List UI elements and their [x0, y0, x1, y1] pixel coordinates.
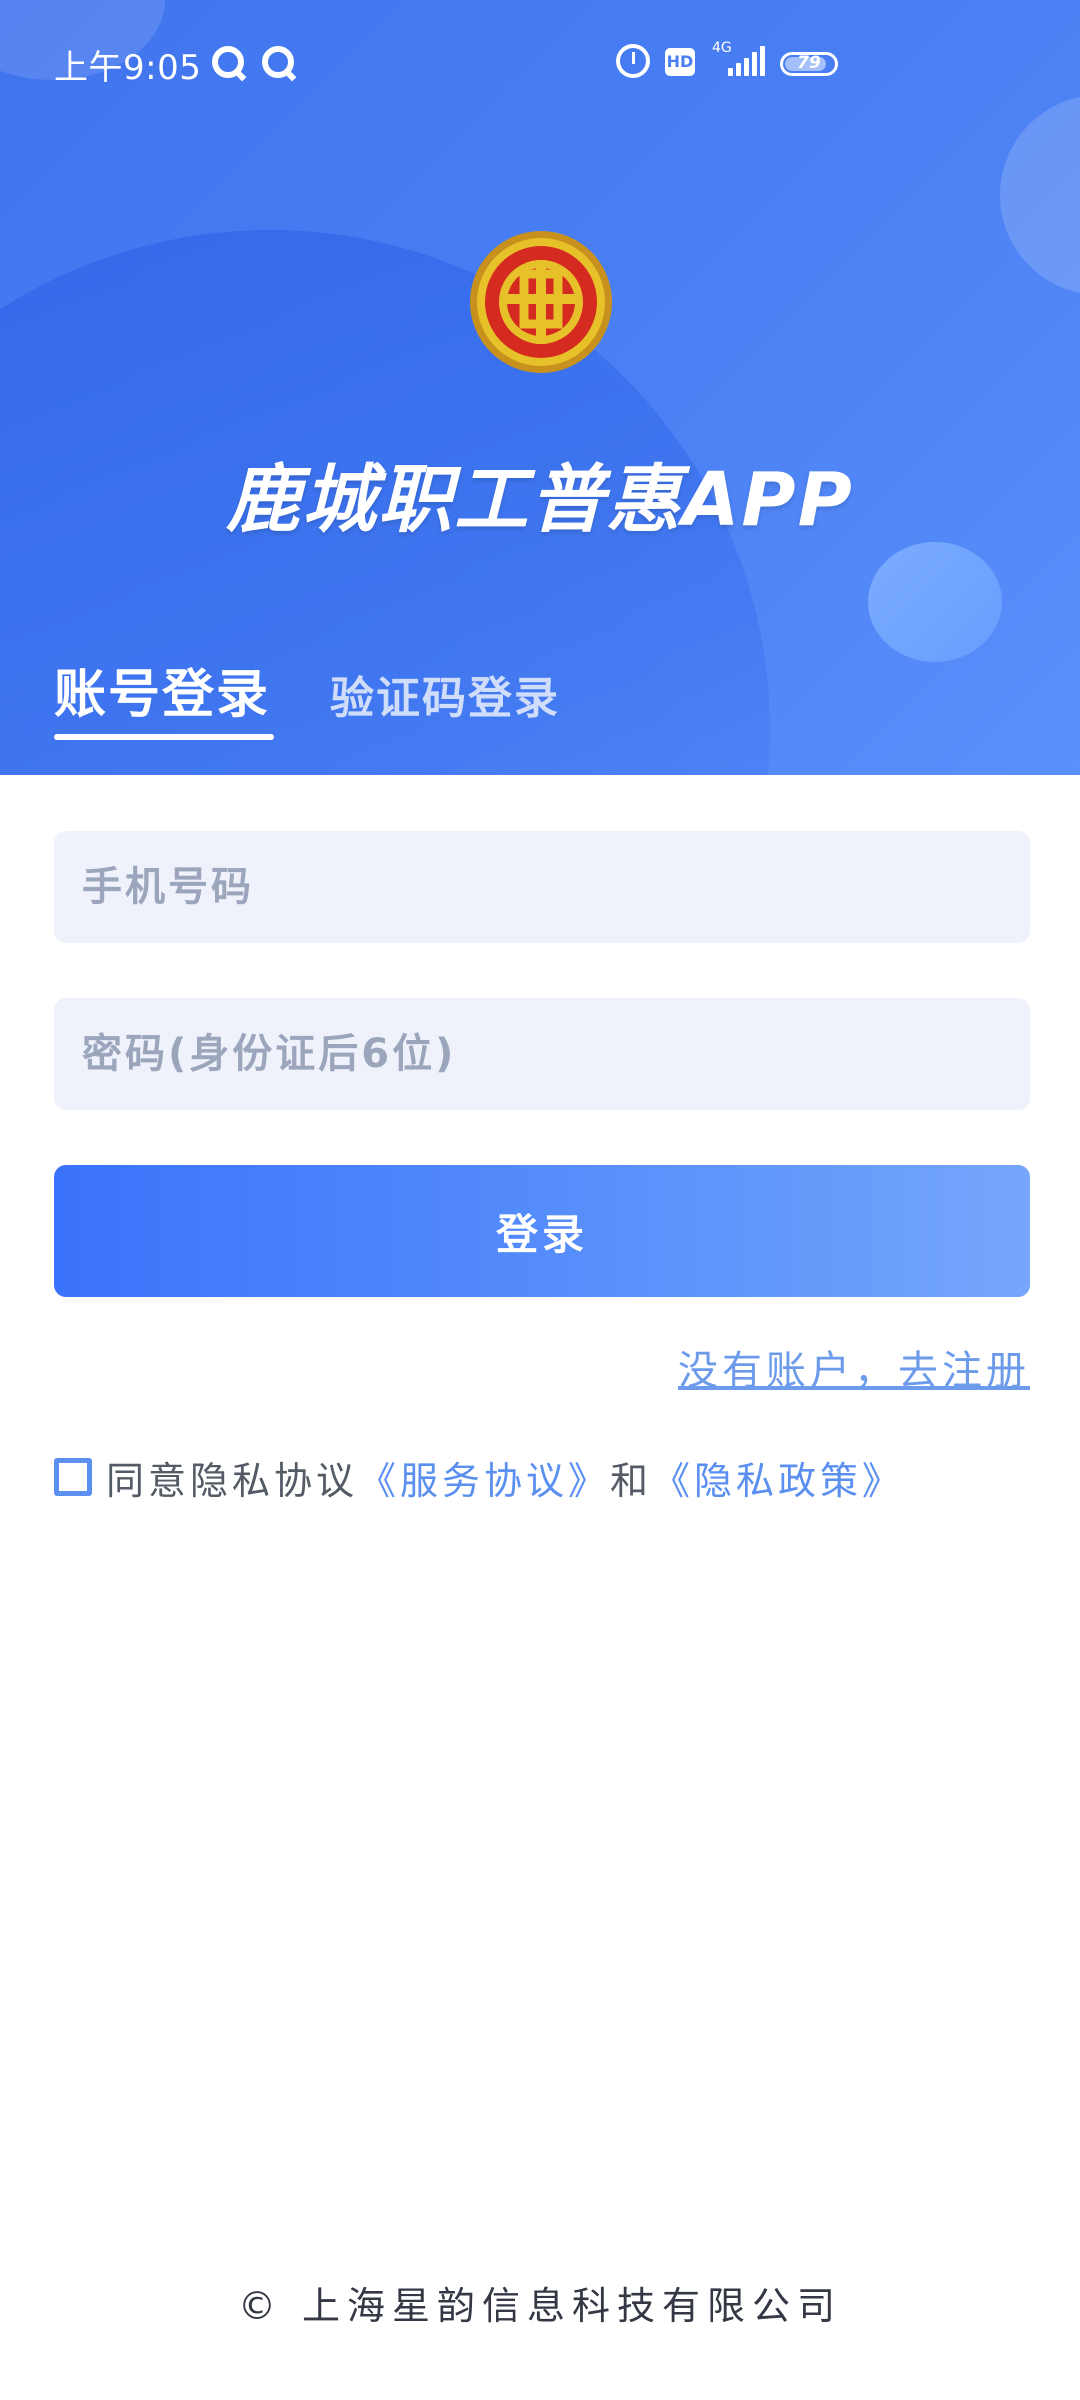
copyright-footer: © 上海星韵信息科技有限公司 [237, 2284, 843, 2328]
register-link[interactable]: 没有账户，去注册 [678, 1338, 1030, 1396]
agree-checkbox[interactable] [54, 1458, 92, 1496]
status-time: 上午9:05 [54, 48, 202, 88]
app-title: 鹿城职工普惠APP [226, 457, 854, 543]
service-agreement-link[interactable]: 《服务协议》 [358, 1450, 610, 1505]
qq-icon [262, 46, 294, 78]
union-emblem-icon [470, 231, 612, 373]
privacy-policy-link[interactable]: 《隐私政策》 [652, 1450, 904, 1505]
alarm-icon [616, 44, 650, 78]
battery-icon: 79 [780, 52, 838, 76]
tab-account-login[interactable]: 账号登录 [54, 652, 270, 727]
hd-badge: HD [665, 48, 695, 76]
status-bar: 上午9:05 HD 4G 79 [0, 0, 1080, 128]
header-banner: 上午9:05 HD 4G 79 鹿城职工普惠APP 账号登录 验证码登录 [0, 0, 1080, 775]
login-button[interactable]: 登录 [54, 1165, 1030, 1297]
phone-input[interactable] [54, 831, 1030, 943]
agreement-row: 同意隐私协议 《服务协议》 和 《隐私政策》 [54, 1450, 904, 1505]
password-input[interactable] [54, 998, 1030, 1110]
signal-icon [728, 46, 768, 76]
agreement-and: 和 [610, 1458, 653, 1503]
tab-sms-login[interactable]: 验证码登录 [330, 662, 560, 726]
active-tab-indicator [54, 734, 274, 740]
decorative-circle [868, 542, 1002, 662]
agreement-prefix: 同意隐私协议 [106, 1458, 359, 1503]
battery-level: 79 [797, 53, 821, 73]
qq-icon [212, 46, 244, 78]
